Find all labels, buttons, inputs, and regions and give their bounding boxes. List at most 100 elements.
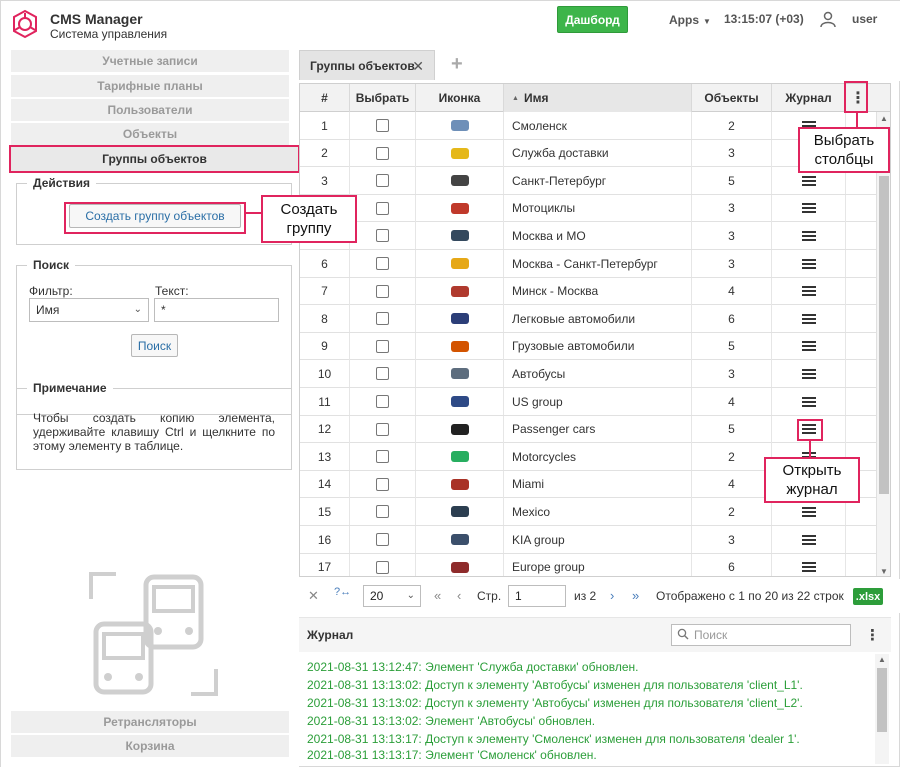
tab-object-groups[interactable]: Группы объектов ✕ (299, 50, 435, 80)
column-header-icon[interactable]: Иконка (416, 84, 504, 112)
sidebar-item-object-groups[interactable]: Группы объектов (9, 145, 300, 173)
row-name[interactable]: Смоленск (504, 112, 692, 139)
row-checkbox[interactable] (376, 505, 389, 519)
journal-list-icon[interactable] (801, 258, 816, 269)
row-checkbox[interactable] (376, 257, 389, 270)
column-header-name[interactable]: ▲ Имя (504, 84, 692, 112)
next-page-icon[interactable]: › (610, 588, 614, 603)
row-name[interactable]: Автобусы (504, 360, 692, 388)
row-checkbox[interactable] (376, 450, 389, 464)
column-header-objects[interactable]: Объекты (692, 84, 772, 112)
sidebar-item-accounts[interactable]: Учетные записи (11, 50, 289, 72)
row-name[interactable]: KIA group (504, 526, 692, 553)
table-row[interactable]: 9 Грузовые автомобили 5 (300, 332, 890, 361)
journal-list-icon[interactable] (801, 341, 816, 352)
table-row[interactable]: 7 Минск - Москва 4 (300, 277, 890, 306)
journal-list-icon[interactable] (801, 562, 816, 573)
table-scroll-thumb[interactable] (879, 176, 889, 494)
sidebar-item-objects[interactable]: Объекты (11, 123, 289, 145)
table-row[interactable]: 5Москва и МО3 (300, 222, 890, 250)
row-name[interactable]: US group (504, 388, 692, 415)
journal-list-icon[interactable] (801, 203, 816, 214)
row-name[interactable]: Москва и МО (504, 222, 692, 250)
sidebar-item-users[interactable]: Пользователи (11, 99, 289, 121)
page-size-select[interactable]: 20 ⌄ (363, 585, 421, 607)
row-objects-count: 3 (692, 139, 772, 167)
row-checkbox[interactable] (376, 312, 389, 326)
journal-list-icon[interactable] (801, 396, 816, 407)
row-name[interactable]: Europe group (504, 553, 692, 576)
row-name[interactable]: Мотоциклы (504, 194, 692, 222)
row-name[interactable]: Motorcycles (504, 443, 692, 471)
row-checkbox[interactable] (376, 284, 389, 298)
scroll-up-icon[interactable]: ▲ (880, 114, 888, 123)
row-name[interactable]: Passenger cars (504, 415, 692, 443)
row-number: 13 (300, 443, 350, 471)
row-checkbox[interactable] (376, 367, 389, 381)
apps-menu[interactable]: Apps ▼ (669, 13, 711, 27)
journal-kebab-icon[interactable]: ⋮ (865, 626, 880, 644)
table-row[interactable]: 4Мотоциклы3 (300, 194, 890, 223)
journal-list-icon[interactable] (801, 534, 816, 545)
journal-list-icon[interactable] (801, 368, 816, 379)
last-page-icon[interactable]: » (632, 588, 639, 603)
table-row[interactable]: 10 Автобусы 3 (300, 360, 890, 388)
first-page-icon[interactable]: « (434, 588, 441, 603)
help-resize-icon[interactable]: ?↔ (334, 586, 351, 598)
journal-scrollbar[interactable]: ▲ (875, 654, 889, 764)
table-row[interactable]: 11 US group 4 (300, 388, 890, 416)
row-checkbox[interactable] (376, 533, 389, 546)
sidebar-item-retranslators[interactable]: Ретрансляторы (11, 711, 289, 733)
scroll-down-icon[interactable]: ▼ (880, 567, 888, 576)
user-icon[interactable] (819, 10, 837, 28)
close-icon[interactable]: ✕ (412, 58, 424, 75)
journal-list-icon[interactable] (801, 286, 816, 297)
add-tab-icon[interactable]: + (451, 53, 463, 76)
column-header-number[interactable]: # (300, 84, 350, 112)
sidebar-item-trash[interactable]: Корзина (11, 735, 289, 757)
table-row[interactable]: 17 Europe group 6 (300, 553, 890, 576)
search-text-input[interactable]: * (154, 298, 279, 322)
page-number-input[interactable]: 1 (508, 585, 566, 607)
journal-list-icon[interactable] (801, 506, 816, 517)
search-button[interactable]: Поиск (131, 334, 178, 357)
row-name[interactable]: Минск - Москва (504, 277, 692, 305)
journal-search-input[interactable]: Поиск (671, 624, 851, 646)
row-name[interactable]: Легковые автомобили (504, 305, 692, 333)
row-name[interactable]: Москва - Санкт-Петербург (504, 250, 692, 277)
row-checkbox[interactable] (376, 201, 389, 215)
row-checkbox[interactable] (376, 339, 389, 353)
table-row[interactable]: 8 Легковые автомобили 6 (300, 305, 890, 333)
row-journal-cell (772, 222, 846, 250)
row-name[interactable]: Miami (504, 470, 692, 498)
column-header-select[interactable]: Выбрать (350, 84, 416, 112)
filter-select[interactable]: Имя ⌄ (29, 298, 149, 322)
scroll-up-icon[interactable]: ▲ (878, 655, 886, 664)
journal-list-icon[interactable] (801, 230, 816, 241)
export-xlsx-button[interactable]: .xlsx (853, 588, 883, 605)
table-row[interactable]: 6 Москва - Санкт-Петербург 3 (300, 250, 890, 278)
table-scrollbar[interactable]: ▲ ▼ (876, 112, 890, 576)
dashboard-button[interactable]: Дашборд (557, 6, 628, 33)
row-checkbox[interactable] (376, 422, 389, 436)
row-checkbox[interactable] (376, 119, 389, 132)
row-name[interactable]: Грузовые автомобили (504, 332, 692, 360)
row-checkbox[interactable] (376, 560, 389, 574)
row-name[interactable]: Mexico (504, 498, 692, 526)
row-checkbox[interactable] (376, 146, 389, 160)
row-name[interactable]: Служба доставки (504, 139, 692, 167)
sidebar-item-tariffs[interactable]: Тарифные планы (11, 75, 289, 97)
journal-list-icon[interactable] (801, 313, 816, 324)
row-checkbox[interactable] (376, 395, 389, 408)
column-header-journal[interactable]: Журнал (772, 84, 846, 112)
journal-scroll-thumb[interactable] (877, 668, 887, 732)
prev-page-icon[interactable]: ‹ (457, 588, 461, 603)
row-checkbox[interactable] (376, 229, 389, 243)
journal-list-icon[interactable] (801, 175, 816, 186)
clear-icon[interactable]: ✕ (308, 588, 319, 604)
row-checkbox[interactable] (376, 477, 389, 491)
user-name[interactable]: user (852, 12, 877, 26)
table-row[interactable]: 16 KIA group 3 (300, 526, 890, 554)
row-checkbox[interactable] (376, 174, 389, 188)
row-name[interactable]: Санкт-Петербург (504, 167, 692, 195)
